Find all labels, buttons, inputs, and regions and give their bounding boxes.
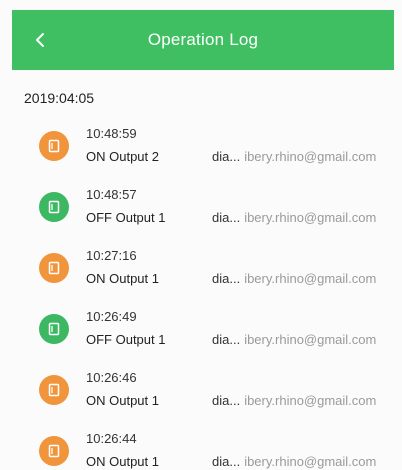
user-name: dia... [212, 332, 241, 347]
output-on-icon [39, 375, 69, 405]
user-name: dia... [212, 393, 241, 408]
door-glyph [48, 383, 60, 397]
log-time: 10:26:49 [86, 309, 137, 324]
user-email: ibery.rhino@gmail.com [244, 332, 377, 347]
output-off-icon [39, 314, 69, 344]
log-user: dia... ibery.rhino@gmail.com [212, 454, 376, 469]
log-user: dia... ibery.rhino@gmail.com [212, 149, 376, 164]
user-email: ibery.rhino@gmail.com [244, 454, 377, 469]
log-time: 10:48:59 [86, 126, 137, 141]
log-date: 2019:04:05 [24, 90, 95, 106]
log-user: dia... ibery.rhino@gmail.com [212, 393, 376, 408]
log-time: 10:48:57 [86, 187, 137, 202]
output-on-icon [39, 253, 69, 283]
log-user: dia... ibery.rhino@gmail.com [212, 332, 376, 347]
user-name: dia... [212, 149, 241, 164]
user-name: dia... [212, 210, 241, 225]
page-title: Operation Log [147, 30, 259, 49]
log-entry[interactable]: 10:48:59 ON Output 2 dia... ibery.rhino@g… [0, 116, 402, 177]
log-time: 10:26:46 [86, 370, 137, 385]
door-glyph [48, 322, 60, 336]
door-glyph [48, 444, 60, 458]
log-action: OFF Output 1 [86, 210, 166, 225]
door-glyph [48, 261, 60, 275]
door-glyph [48, 200, 60, 214]
log-user: dia... ibery.rhino@gmail.com [212, 210, 376, 225]
door-glyph [48, 139, 60, 153]
log-action: ON Output 1 [86, 454, 159, 469]
log-entry[interactable]: 10:27:16 ON Output 1 dia... ibery.rhino@g… [0, 238, 402, 299]
user-email: ibery.rhino@gmail.com [244, 149, 377, 164]
app-header: Operation Log [12, 10, 394, 70]
output-off-icon [39, 192, 69, 222]
log-action: ON Output 2 [86, 149, 159, 164]
log-entry[interactable]: 10:26:44 ON Output 1 dia... ibery.rhino@g… [0, 421, 402, 470]
log-action: ON Output 1 [86, 393, 159, 408]
user-name: dia... [212, 454, 241, 469]
log-action: ON Output 1 [86, 271, 159, 286]
log-time: 10:27:16 [86, 248, 137, 263]
log-entry[interactable]: 10:48:57 OFF Output 1 dia... ibery.rhino@… [0, 177, 402, 238]
operation-log-screen: Operation Log 2019:04:05 10:48:59 ON Out… [0, 0, 402, 470]
user-email: ibery.rhino@gmail.com [244, 210, 377, 225]
user-name: dia... [212, 271, 241, 286]
log-entry[interactable]: 10:26:49 OFF Output 1 dia... ibery.rhino@… [0, 299, 402, 360]
log-list: 10:48:59 ON Output 2 dia... ibery.rhino@g… [0, 116, 402, 470]
user-email: ibery.rhino@gmail.com [244, 393, 377, 408]
user-email: ibery.rhino@gmail.com [244, 271, 377, 286]
log-entry[interactable]: 10:26:46 ON Output 1 dia... ibery.rhino@g… [0, 360, 402, 421]
log-action: OFF Output 1 [86, 332, 166, 347]
log-user: dia... ibery.rhino@gmail.com [212, 271, 376, 286]
log-time: 10:26:44 [86, 431, 137, 446]
output-on-icon [39, 131, 69, 161]
output-on-icon [39, 436, 69, 466]
